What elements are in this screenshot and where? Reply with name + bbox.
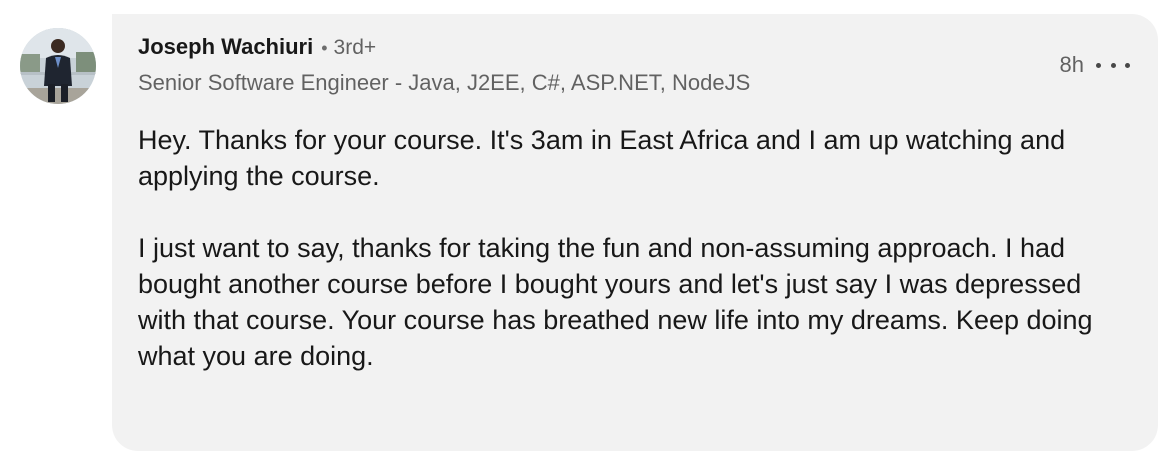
separator-dot: • bbox=[321, 38, 328, 58]
comment-header: Joseph Wachiuri • 3rd+ Senior Software E… bbox=[138, 34, 1130, 96]
connection-degree: 3rd+ bbox=[333, 36, 377, 59]
comment-text: Hey. Thanks for your course. It's 3am in… bbox=[138, 122, 1128, 374]
comment-bubble: Joseph Wachiuri • 3rd+ Senior Software E… bbox=[112, 14, 1158, 451]
comment-item: Joseph Wachiuri • 3rd+ Senior Software E… bbox=[0, 0, 1176, 460]
ellipsis-icon bbox=[1096, 62, 1101, 68]
author-name-line: Joseph Wachiuri • 3rd+ bbox=[138, 34, 1130, 64]
author-avatar[interactable] bbox=[20, 28, 96, 104]
ellipsis-icon bbox=[1125, 62, 1130, 68]
author-headline: Senior Software Engineer - Java, J2EE, C… bbox=[138, 70, 751, 95]
author-name[interactable]: Joseph Wachiuri bbox=[138, 34, 313, 60]
ellipsis-icon bbox=[1110, 62, 1116, 68]
comment-paragraph: Hey. Thanks for your course. It's 3am in… bbox=[138, 125, 1066, 191]
more-options-button[interactable] bbox=[1096, 55, 1130, 75]
comment-timestamp: 8h bbox=[1059, 52, 1084, 77]
person-photo-icon bbox=[20, 28, 96, 104]
comment-paragraph: I just want to say, thanks for taking th… bbox=[138, 233, 1093, 371]
comment-meta: 8h bbox=[1060, 52, 1130, 78]
